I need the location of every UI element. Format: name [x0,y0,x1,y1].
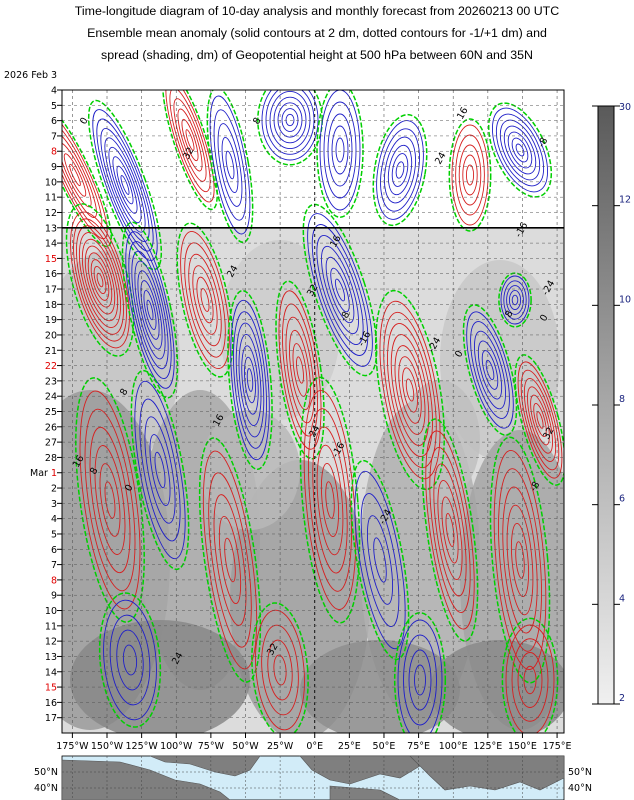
colorbar-tick-label: 10 [619,294,631,305]
y-tick-label: 16 [45,698,57,709]
colorbar-tick-label: 30 [619,102,631,113]
y-tick-label: 3 [51,70,57,81]
colorbar-tick-label: 2 [619,693,625,704]
y-tick-label: 1 [51,468,57,479]
y-tick-label: 9 [51,591,57,602]
y-tick-label: 25 [45,407,57,418]
y-tick-label: 8 [51,575,57,586]
y-axis: 3456789101112131415161718192021222324252… [4,70,62,724]
colorbar: 2 4 6 8 10 12 30 [592,102,631,705]
shade-blob [200,410,300,530]
x-tick-label: 175°E [543,741,572,752]
y-tick-label: 12 [45,208,57,219]
x-tick-label: 75°W [198,741,225,752]
x-tick-label: 100°W [160,741,193,752]
x-tick-label: 150°W [91,741,124,752]
y-tick-label: 8 [51,147,57,158]
y-tick-label: 16 [45,269,57,280]
hovmoller-chart: 0 8 162432-8-16-2408162432-8-16 -24 081624 32… [4,70,631,800]
y-tick-label: 10 [45,177,57,188]
colorbar-body [597,105,615,705]
y-tick-label: 11 [45,621,57,632]
x-tick-label: 50°E [373,741,396,752]
map-lat-label-right: 40°N [568,783,592,794]
x-tick-label: 25°E [338,741,361,752]
y-tick-label: 6 [51,545,57,556]
y-month-label: Mar [30,468,48,479]
y-tick-label: 17 [45,285,57,296]
x-tick-label: 175°W [56,741,89,752]
y-tick-label: 13 [45,223,57,234]
y-tick-label: 15 [45,683,57,694]
x-tick-label: 50°W [232,741,259,752]
y-tick-label: 4 [51,514,57,525]
x-tick-label: 75°E [407,741,430,752]
x-axis: 175°W 150°W 125°W 100°W 75°W 50°W 25°W 0°E 25°E 5… [56,733,572,752]
y-tick-label: 14 [45,239,57,250]
y-tick-label: 22 [45,361,57,372]
y-tick-label: 4 [51,86,57,97]
x-tick-label: 150°E [508,741,537,752]
y-tick-label: 11 [45,193,57,204]
y-month-label: 2026 Feb [4,70,48,81]
colorbar-tick-label: 6 [619,494,625,505]
y-tick-label: 15 [45,254,57,265]
y-tick-label: 13 [45,652,57,663]
y-tick-label: 20 [45,330,57,341]
map-lat-label-right: 50°N [568,767,592,778]
colorbar-tick-label: 12 [619,195,631,206]
y-tick-label: 27 [45,438,57,449]
y-tick-label: 2 [51,484,57,495]
map-strip: 50°N 50°N 40°N 40°N [34,755,592,800]
x-tick-label: 0°E [306,741,323,752]
x-tick-label: 100°E [439,741,468,752]
x-tick-label: 125°W [125,741,158,752]
y-tick-label: 14 [45,667,57,678]
y-tick-label: 9 [51,162,57,173]
map-lat-label-left: 50°N [34,767,58,778]
y-tick-label: 19 [45,315,57,326]
y-tick-label: 5 [51,529,57,540]
y-tick-label: 17 [45,713,57,724]
map-lat-label-left: 40°N [34,783,58,794]
x-tick-label: 125°E [473,741,502,752]
y-tick-label: 28 [45,453,57,464]
y-tick-label: 24 [45,392,57,403]
y-tick-label: 12 [45,637,57,648]
y-tick-label: 23 [45,376,57,387]
y-tick-label: 21 [45,346,57,357]
colorbar-tick-label: 8 [619,394,625,405]
y-tick-label: 3 [51,499,57,510]
y-tick-label: 6 [51,116,57,127]
y-tick-label: 7 [51,131,57,142]
y-tick-label: 7 [51,560,57,571]
x-tick-label: 25°W [267,741,294,752]
y-tick-label: 26 [45,422,57,433]
y-tick-label: 5 [51,101,57,112]
y-tick-label: 10 [45,606,57,617]
y-tick-label: 18 [45,300,57,311]
colorbar-tick-label: 4 [619,593,625,604]
